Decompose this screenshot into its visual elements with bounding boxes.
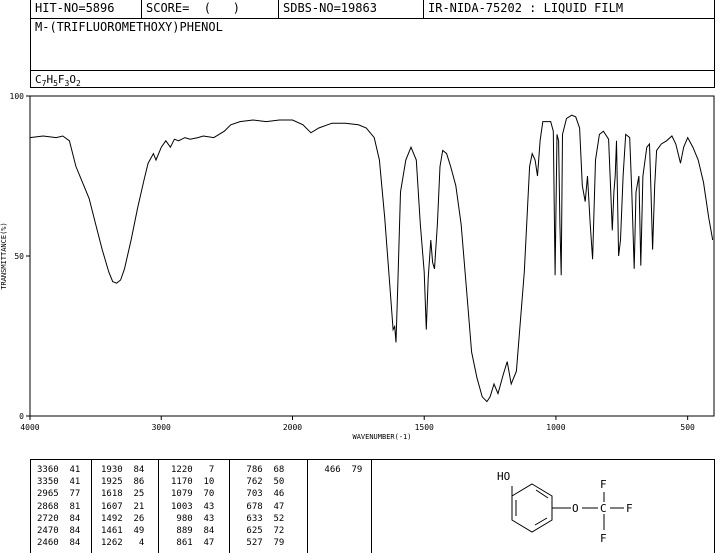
fluorine-bottom-label: F — [600, 532, 607, 545]
formula-element: F — [57, 73, 65, 86]
peak-column: 3360 41 3350 41 2965 77 2868 81 2720 84 2470 … — [37, 464, 80, 549]
peak-entry: 1925 86 — [101, 477, 145, 488]
peak-entry: 762 50 — [241, 477, 285, 488]
table-divider — [307, 460, 308, 553]
peak-entry: 3350 41 — [37, 477, 81, 488]
peak-entry: 703 46 — [241, 489, 285, 500]
compound-name: M-(TRIFLUOROMETHOXY)PHENOL — [35, 20, 223, 34]
peak-column: 1930 84 1925 86 1618 25 1607 21 1492 26 1461 … — [101, 464, 144, 549]
hydroxyl-label: HO — [497, 470, 510, 483]
peak-table: 3360 41 3350 41 2965 77 2868 81 2720 84 2470 … — [30, 459, 715, 553]
peak-entry: 2470 84 — [37, 526, 81, 537]
peak-entry: 1170 10 — [171, 477, 215, 488]
peak-entry: 861 47 — [171, 538, 215, 549]
score-field: SCORE= ( ) — [142, 0, 279, 18]
formula-box: C7H5F3O2 — [30, 70, 715, 88]
oxygen-label: O — [572, 502, 579, 515]
table-divider — [158, 460, 159, 553]
table-divider — [371, 460, 372, 553]
peak-entry: 625 72 — [241, 526, 285, 537]
peak-column: 786 68 762 50 703 46 678 47 633 52 625 7… — [241, 464, 284, 549]
table-divider — [91, 460, 92, 553]
x-tick-label: 4000 — [20, 423, 39, 432]
peak-entry: 633 52 — [241, 513, 285, 524]
sdbs-number: SDBS-NO=19863 — [279, 0, 424, 18]
x-axis-label: WAVENUMBER(-1) — [352, 433, 411, 441]
x-tick-label: 500 — [680, 423, 695, 432]
peak-entry: 786 68 — [241, 465, 285, 475]
peak-entry: 1930 84 — [101, 465, 145, 475]
formula-element: O — [69, 73, 76, 86]
header-bar: HIT-NO=5896 SCORE= ( ) SDBS-NO=19863 IR-… — [30, 0, 715, 19]
carbon-label: C — [600, 502, 607, 515]
peak-entry: 889 84 — [171, 526, 215, 537]
spectrum-line — [29, 114, 714, 403]
peak-entry: 1003 43 — [171, 501, 215, 512]
peak-entry: 1461 49 — [101, 526, 145, 537]
table-divider — [229, 460, 230, 553]
peak-entry: 980 43 — [171, 513, 215, 524]
y-tick-label: 50 — [14, 252, 24, 261]
ir-nida-info: IR-NIDA-75202 : LIQUID FILM — [428, 1, 624, 15]
formula-element: C — [35, 73, 42, 86]
peak-column: 1220 7 1170 10 1079 70 1003 43 980 43 889 8… — [171, 464, 214, 549]
x-tick-label: 3000 — [152, 423, 171, 432]
peak-entry: 1262 4 — [101, 538, 145, 549]
peak-entry: 1618 25 — [101, 489, 145, 500]
peak-entry: 2965 77 — [37, 489, 81, 500]
chemical-structure: HO O C F F F — [497, 470, 633, 545]
peak-entry: 2460 84 — [37, 538, 81, 549]
formula-subscript: 2 — [75, 79, 81, 89]
x-tick-label: 2000 — [283, 423, 302, 432]
x-tick-label: 1000 — [546, 423, 565, 432]
ir-spectrum-chart: 4000 3000 2000 1500 1000 500 0 50 100 WAVENUMBER… — [0, 92, 715, 441]
peak-entry: 1492 26 — [101, 513, 145, 524]
hit-number: HIT-NO=5896 — [31, 0, 142, 18]
peak-entry: 1607 21 — [101, 501, 145, 512]
peak-entry: 527 79 — [241, 538, 285, 549]
x-tick-label: 1500 — [415, 423, 434, 432]
compound-name-box: M-(TRIFLUOROMETHOXY)PHENOL — [30, 18, 715, 71]
y-tick-label: 100 — [10, 92, 25, 101]
y-axis-label: TRANSMITTANCE(%) — [0, 222, 8, 289]
peak-entry: 678 47 — [241, 501, 285, 512]
y-tick-label: 0 — [19, 412, 24, 421]
peak-entry: 2720 84 — [37, 513, 81, 524]
peak-entry: 3360 41 — [37, 465, 81, 475]
benzene-ring — [511, 483, 553, 533]
peak-entry: 466 79 — [319, 465, 363, 475]
peak-column: 466 79 — [319, 464, 362, 476]
fluorine-top-label: F — [600, 478, 607, 491]
peak-entry: 2868 81 — [37, 501, 81, 512]
peak-entry: 1079 70 — [171, 489, 215, 500]
plot-frame — [29, 95, 715, 417]
peak-entry: 1220 7 — [171, 465, 215, 475]
fluorine-right-label: F — [626, 502, 633, 515]
